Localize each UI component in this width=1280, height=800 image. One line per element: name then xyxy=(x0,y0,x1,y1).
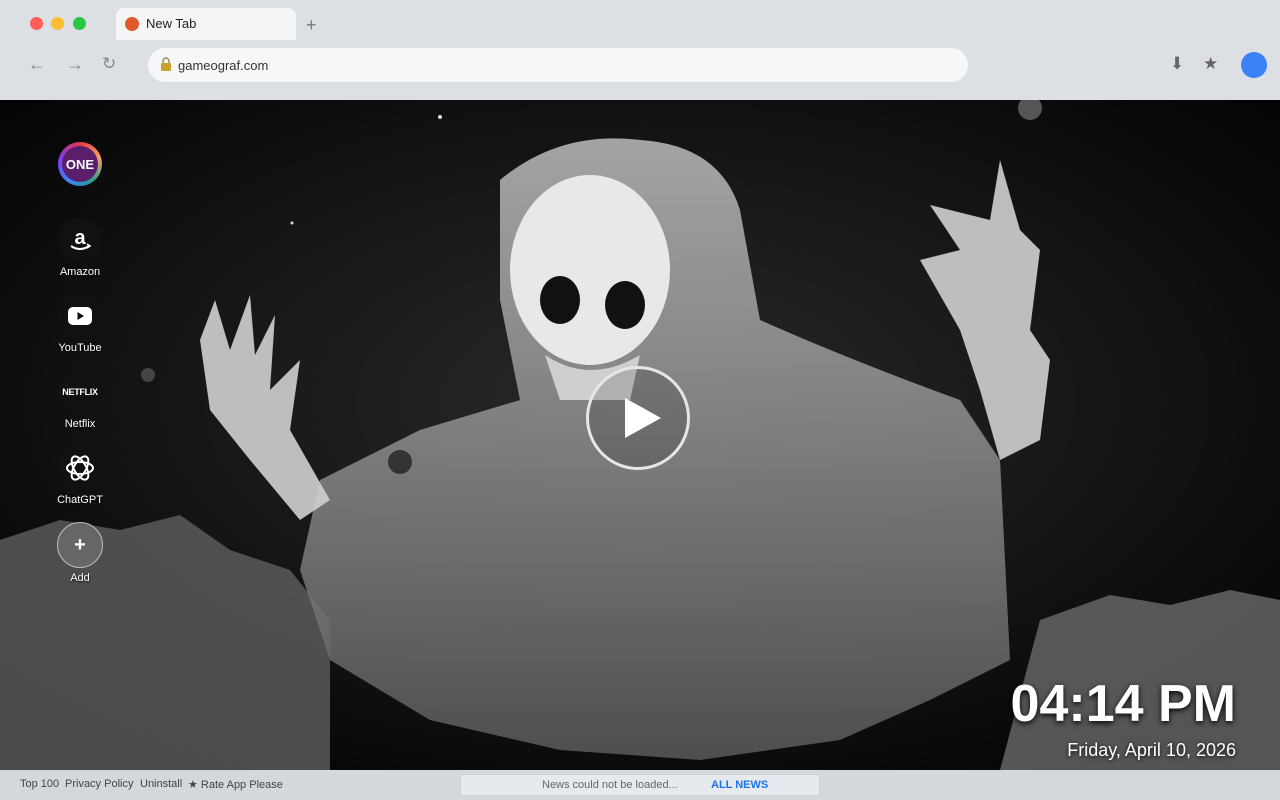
maximize-window-button[interactable] xyxy=(73,17,86,30)
svg-text:a: a xyxy=(74,227,86,249)
play-icon xyxy=(625,398,661,438)
reload-button[interactable]: ↻ xyxy=(102,54,116,74)
youtube-icon xyxy=(58,294,102,338)
profile-avatar[interactable] xyxy=(1241,52,1267,78)
new-tab-page: ONE a Amazon YouTube NETFLIX Netflix Cha… xyxy=(0,100,1280,770)
shortcut-amazon[interactable]: a Amazon xyxy=(50,218,110,278)
shortcut-chatgpt[interactable]: ChatGPT xyxy=(50,446,110,506)
shortcut-label: Netflix xyxy=(64,418,96,430)
chatgpt-icon xyxy=(58,446,102,490)
top100-link[interactable]: Top 100 xyxy=(20,778,59,790)
footer-bar: Top 100 Privacy Policy Uninstall ★ Rate … xyxy=(0,770,1280,800)
shortcut-gameograf-one[interactable]: ONE xyxy=(50,142,110,186)
browser-tab[interactable]: New Tab xyxy=(116,8,296,40)
lock-icon xyxy=(161,57,171,71)
download-icon[interactable]: ⬇ xyxy=(1170,54,1184,74)
all-news-button[interactable]: ALL NEWS xyxy=(711,779,768,791)
shortcut-label: ChatGPT xyxy=(57,494,103,506)
privacy-policy-link[interactable]: Privacy Policy xyxy=(65,778,133,790)
back-button[interactable]: ← xyxy=(28,54,46,74)
news-status: News could not be loaded... xyxy=(542,779,678,791)
address-bar[interactable]: gameograf.com xyxy=(148,48,968,82)
close-window-button[interactable] xyxy=(30,17,43,30)
browser-chrome: New Tab + ← → ↻ gameograf.com ⬇ ★ xyxy=(0,0,1280,100)
shortcut-add[interactable]: + Add xyxy=(50,522,110,584)
netflix-logo-text: NETFLIX xyxy=(62,387,98,397)
tab-favicon-icon xyxy=(125,17,139,31)
play-video-button[interactable] xyxy=(586,366,690,470)
amazon-icon: a xyxy=(58,218,102,262)
minimize-window-button[interactable] xyxy=(51,17,64,30)
plus-icon: + xyxy=(57,522,103,568)
clock-date: Friday, April 10, 2026 xyxy=(1067,740,1236,760)
uninstall-link[interactable]: Uninstall xyxy=(140,778,182,790)
shortcut-youtube[interactable]: YouTube xyxy=(50,294,110,354)
netflix-icon: NETFLIX xyxy=(58,370,102,414)
new-tab-button[interactable]: + xyxy=(306,15,317,35)
url-text: gameograf.com xyxy=(178,58,269,73)
tab-title: New Tab xyxy=(146,16,197,31)
rate-app-link[interactable]: ★ Rate App Please xyxy=(188,778,283,791)
news-ticker: News could not be loaded... ALL NEWS xyxy=(460,774,820,796)
shortcut-label: Amazon xyxy=(59,266,101,278)
gameograf-one-icon: ONE xyxy=(58,142,102,186)
one-badge-text: ONE xyxy=(62,146,98,182)
forward-button[interactable]: → xyxy=(66,54,84,74)
shortcut-netflix[interactable]: NETFLIX Netflix xyxy=(50,370,110,430)
shortcut-label: Add xyxy=(70,572,90,584)
clock-time: 04:14 PM xyxy=(1010,675,1236,733)
shortcut-label: YouTube xyxy=(58,342,102,354)
bookmark-star-icon[interactable]: ★ xyxy=(1203,54,1218,74)
